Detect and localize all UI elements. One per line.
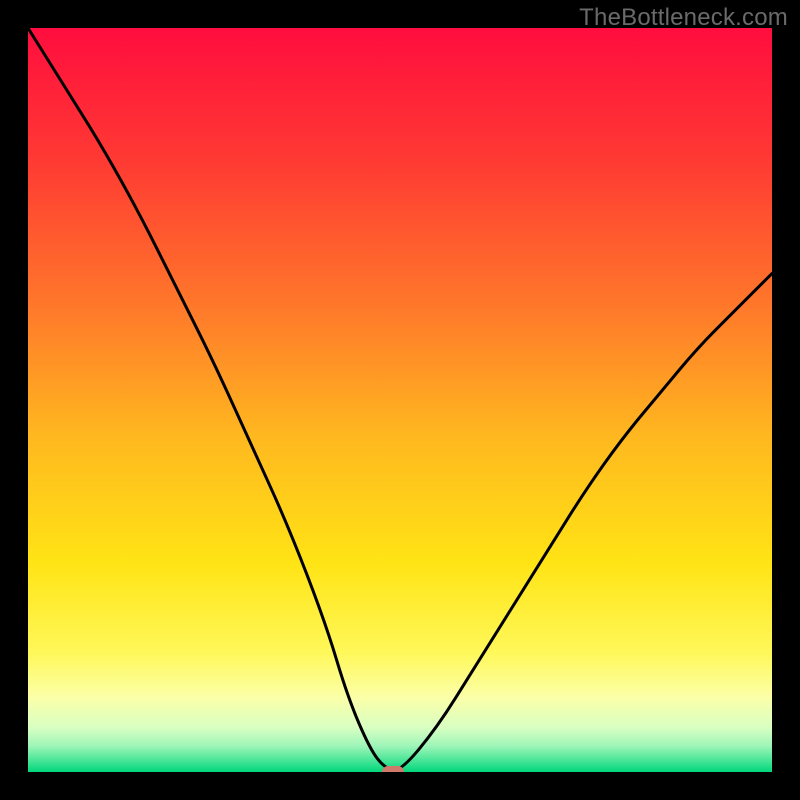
bottleneck-curve: [28, 28, 772, 772]
plot-area: [28, 28, 772, 772]
optimum-marker: [382, 766, 404, 772]
chart-frame: TheBottleneck.com: [0, 0, 800, 800]
